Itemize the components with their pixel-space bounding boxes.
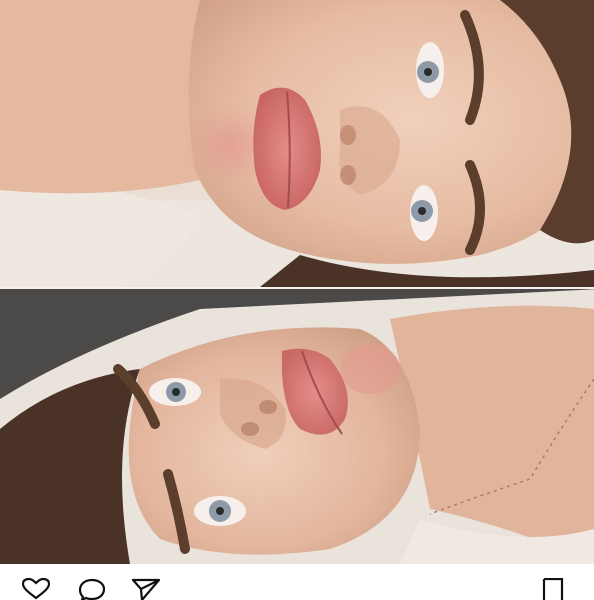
post-photo-bottom[interactable] <box>0 289 594 564</box>
share-icon[interactable] <box>130 578 162 600</box>
post-action-bar <box>0 564 594 600</box>
bookmark-icon[interactable] <box>540 578 566 600</box>
post-photo-top[interactable] <box>0 0 594 287</box>
comment-icon[interactable] <box>76 578 108 600</box>
portrait-top-illustration <box>0 0 594 287</box>
portrait-bottom-illustration <box>0 289 594 564</box>
heart-icon[interactable] <box>20 578 52 600</box>
